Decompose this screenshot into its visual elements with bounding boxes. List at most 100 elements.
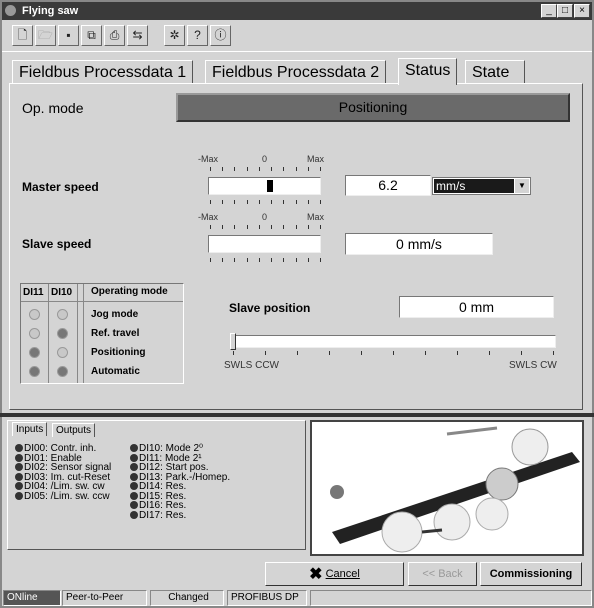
status-changed: Changed <box>150 590 224 606</box>
slave-position-label: Slave position <box>229 301 311 315</box>
status-led-icon <box>130 472 138 481</box>
tick <box>320 258 321 262</box>
tools-icon[interactable]: ✲ <box>164 25 185 46</box>
app-icon <box>5 5 16 16</box>
tick <box>246 258 248 262</box>
back-button[interactable]: << Back <box>408 562 477 586</box>
led-di10 <box>57 366 68 377</box>
tab-inputs[interactable]: Inputs <box>12 422 48 436</box>
status-led-icon <box>130 501 138 509</box>
save-icon[interactable]: ▪ <box>58 25 79 46</box>
transfer-icon[interactable]: ⇆ <box>127 25 148 46</box>
close-icon: ✖ <box>309 566 323 583</box>
new-icon[interactable]: 🗋 <box>12 25 33 46</box>
tick <box>320 167 321 171</box>
tick <box>297 351 298 355</box>
tab-fieldbus-processdata-1[interactable]: Fieldbus Processdata 1 <box>12 60 194 84</box>
swls-cw-label: SWLS CW <box>509 360 557 371</box>
tab-state[interactable]: State <box>465 60 525 84</box>
tick <box>271 167 273 171</box>
tick <box>210 225 211 229</box>
tick <box>553 351 554 355</box>
scale-max-label: Max <box>307 154 325 164</box>
status-online: ONline <box>3 590 61 606</box>
input-item: DI17: Res. <box>130 510 230 520</box>
tick <box>234 258 236 262</box>
flying-saw-image <box>330 426 580 553</box>
slave-position-value: 0 mm <box>399 296 554 318</box>
unit-dropdown[interactable]: mm/s ▼ <box>432 177 531 195</box>
tick <box>222 258 224 262</box>
mode-name: Jog mode <box>91 309 139 320</box>
tick <box>283 258 285 262</box>
input-item: DI05: /Lim. sw. ccw <box>15 491 111 501</box>
tick-marks <box>210 167 321 171</box>
tick <box>246 225 248 229</box>
tick <box>307 167 309 171</box>
tick <box>210 167 211 171</box>
master-speed-indicator <box>266 180 273 192</box>
tick <box>210 200 211 204</box>
window-title: Flying saw <box>22 5 79 17</box>
status-led-icon <box>130 482 138 490</box>
status-led-icon <box>15 472 23 481</box>
swls-ccw-label: SWLS CCW <box>224 360 279 371</box>
tick <box>295 258 297 262</box>
led-di10 <box>57 309 68 320</box>
led-di11 <box>29 309 40 320</box>
header-operating-mode: Operating mode <box>91 286 168 297</box>
commissioning-button[interactable]: Commissioning <box>480 562 582 586</box>
tick <box>258 167 260 171</box>
tick <box>246 167 248 171</box>
tick-marks <box>210 200 321 204</box>
tick-marks <box>210 258 321 262</box>
header-di10: DI10 <box>51 287 73 298</box>
tick <box>246 200 248 204</box>
tick <box>307 225 309 229</box>
led-di10 <box>57 347 68 358</box>
tick <box>233 351 234 355</box>
mode-name: Automatic <box>91 366 140 377</box>
tick <box>234 200 236 204</box>
chevron-down-icon[interactable]: ▼ <box>515 179 529 193</box>
tab-outputs[interactable]: Outputs <box>52 423 96 437</box>
tick <box>222 200 224 204</box>
maximize-button[interactable]: □ <box>557 4 573 18</box>
status-led-icon <box>130 463 138 471</box>
led-di11 <box>29 328 40 339</box>
tick <box>329 351 330 355</box>
tick <box>320 200 321 204</box>
close-window-button[interactable]: × <box>574 4 590 18</box>
slave-speed-label: Slave speed <box>22 237 92 251</box>
slave-position-slider[interactable] <box>230 333 236 350</box>
print-icon[interactable]: ⎙ <box>104 25 125 46</box>
status-led-icon <box>15 482 23 490</box>
minimize-button[interactable]: _ <box>541 4 557 18</box>
mode-name: Ref. travel <box>91 328 140 339</box>
op-mode-label: Op. mode <box>22 100 84 116</box>
cancel-button[interactable]: ✖ Cancel <box>265 562 404 586</box>
copy-icon[interactable]: ⧉ <box>81 25 102 46</box>
unit-selected: mm/s <box>434 179 514 193</box>
tick <box>222 167 224 171</box>
tick <box>271 258 273 262</box>
tick <box>295 200 297 204</box>
tick <box>283 200 285 204</box>
open-icon[interactable]: 🗁 <box>35 25 56 46</box>
tick <box>307 258 309 262</box>
tab-status[interactable]: Status <box>398 58 458 85</box>
status-led-icon <box>15 491 23 500</box>
help-icon[interactable]: ? <box>187 25 208 46</box>
scale-zero-label: 0 <box>262 154 268 164</box>
status-led-icon <box>15 463 23 471</box>
splitter[interactable] <box>0 413 594 417</box>
scale-zero-label: 0 <box>262 212 268 222</box>
status-led-icon <box>15 444 23 452</box>
tick <box>489 351 490 355</box>
info-icon[interactable]: ⓘ <box>210 25 231 46</box>
scale-max-label: Max <box>307 212 325 222</box>
tick <box>283 225 285 229</box>
tick <box>283 167 285 171</box>
tab-fieldbus-processdata-2[interactable]: Fieldbus Processdata 2 <box>205 60 387 84</box>
tick <box>258 200 260 204</box>
